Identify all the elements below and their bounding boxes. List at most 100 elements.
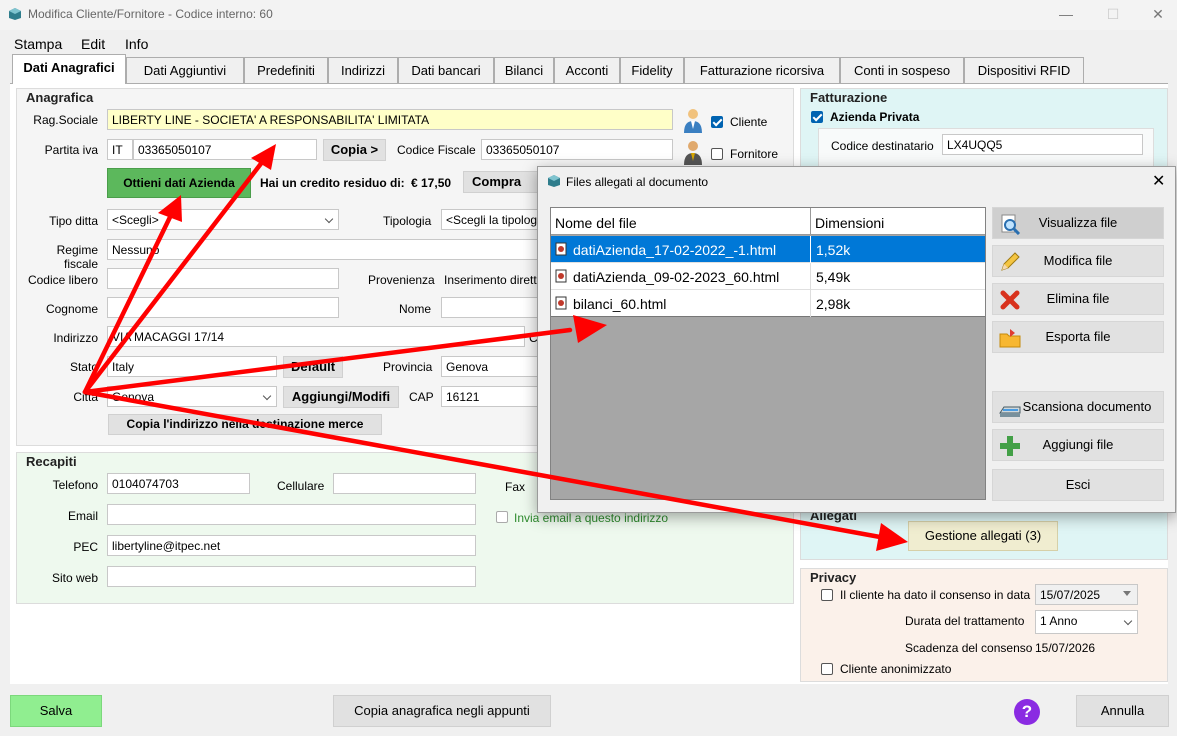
indirizzo-input[interactable]: VIA MACAGGI 17/14 <box>107 326 525 347</box>
visualizza-file-button[interactable]: Visualizza file <box>992 207 1164 239</box>
cellulare-input[interactable] <box>333 473 476 494</box>
codice-fiscale-label: Codice Fiscale <box>397 143 476 157</box>
consenso-checkbox[interactable] <box>821 589 833 601</box>
cap-input[interactable]: 16121 <box>441 386 541 407</box>
ottieni-dati-azienda-button[interactable]: Ottieni dati Azienda <box>107 168 251 198</box>
annulla-button[interactable]: Annulla <box>1076 695 1169 727</box>
credito-label: Hai un credito residuo di: <box>260 176 405 190</box>
provincia-input[interactable]: Genova <box>441 356 541 377</box>
cliente-checkbox[interactable] <box>711 116 723 128</box>
anonimizzato-checkbox[interactable] <box>821 663 833 675</box>
compra-crediti-button[interactable]: Compra cre <box>463 171 543 193</box>
fornitore-checkbox[interactable] <box>711 148 723 160</box>
menu-edit[interactable]: Edit <box>81 36 105 52</box>
citta-value: Genova <box>112 390 155 404</box>
elimina-file-button[interactable]: Elimina file <box>992 283 1164 315</box>
tab-bilanci[interactable]: Bilanci <box>494 57 554 83</box>
partita-iva-input[interactable]: 03365050107 <box>133 139 317 160</box>
partita-iva-label: Partita iva <box>44 143 98 157</box>
tab-indirizzi[interactable]: Indirizzi <box>328 57 398 83</box>
file-row[interactable]: datiAzienda_17-02-2022_-1.html 1,52k <box>551 236 985 263</box>
tab-fidelity[interactable]: Fidelity <box>620 57 684 83</box>
invia-email-label: Invia email a questo indirizzo <box>514 511 669 525</box>
help-icon[interactable]: ? <box>1014 699 1040 725</box>
indirizzo-label: Indirizzo <box>53 331 98 345</box>
consenso-date-picker[interactable]: 15/07/2025 <box>1035 584 1138 605</box>
cognome-label: Cognome <box>45 302 98 316</box>
cognome-input[interactable] <box>107 297 339 318</box>
files-allegati-dialog: Files allegati al documento ✕ Nome del f… <box>537 166 1176 513</box>
stato-input[interactable]: Italy <box>107 356 277 377</box>
citta-label: Città <box>73 390 98 404</box>
rag-sociale-input[interactable]: LIBERTY LINE - SOCIETA' A RESPONSABILITA… <box>107 109 673 130</box>
maximize-icon[interactable]: ☐ <box>1103 4 1123 24</box>
regime-fiscale-label: Regime fiscale <box>56 243 98 271</box>
email-input[interactable] <box>107 504 476 525</box>
app-icon <box>548 175 560 187</box>
tab-predefiniti[interactable]: Predefiniti <box>244 57 328 83</box>
provenienza-value: Inserimento dirett <box>444 273 537 287</box>
dialog-close-icon[interactable]: ✕ <box>1152 171 1165 191</box>
esci-button[interactable]: Esci <box>992 469 1164 501</box>
menu-stampa[interactable]: Stampa <box>14 36 62 52</box>
telefono-input[interactable]: 0104074703 <box>107 473 250 494</box>
nome-input[interactable] <box>441 297 541 318</box>
tab-dati-anagrafici[interactable]: Dati Anagrafici <box>12 54 126 84</box>
file-size: 1,52k <box>816 242 851 258</box>
cliente-label: Cliente <box>730 115 768 129</box>
tab-dati-aggiuntivi[interactable]: Dati Aggiuntivi <box>126 57 244 83</box>
copia-anagrafica-button[interactable]: Copia anagrafica negli appunti <box>333 695 551 727</box>
file-name: bilanci_60.html <box>573 296 667 312</box>
window-title: Modifica Cliente/Fornitore - Codice inte… <box>28 7 273 21</box>
tab-dispositivi-rfid[interactable]: Dispositivi RFID <box>964 57 1084 83</box>
tab-conti-in-sospeso[interactable]: Conti in sospeso <box>840 57 964 83</box>
col-header-name[interactable]: Nome del file <box>551 208 811 235</box>
tipo-ditta-select[interactable]: <Scegli> <box>107 209 339 230</box>
codice-destinatario-input[interactable]: LX4UQQ5 <box>942 134 1143 155</box>
file-row[interactable]: datiAzienda_09-02-2023_60.html 5,49k <box>551 263 985 290</box>
regime-fiscale-select[interactable]: Nessuno <box>107 239 541 260</box>
modifica-file-label: Modifica file <box>1043 253 1113 268</box>
aggiungi-file-button[interactable]: Aggiungi file <box>992 429 1164 461</box>
copia-indirizzo-button[interactable]: Copia l'indirizzo nella destinazione mer… <box>108 414 382 435</box>
modifica-file-button[interactable]: Modifica file <box>992 245 1164 277</box>
cliente-person-icon <box>684 109 702 133</box>
azienda-privata-label: Azienda Privata <box>830 110 920 124</box>
chevron-down-icon <box>1123 616 1133 626</box>
minimize-icon[interactable]: — <box>1056 4 1076 24</box>
plus-icon <box>1000 436 1020 456</box>
durata-select[interactable]: 1 Anno <box>1035 610 1138 634</box>
credito-value: € 17,50 <box>411 176 452 190</box>
tab-fatturazione-ricorsiva[interactable]: Fatturazione ricorsiva <box>684 57 840 83</box>
app-icon <box>9 8 21 20</box>
scansiona-documento-button[interactable]: Scansiona documento <box>992 391 1164 423</box>
dropdown-arrow-icon <box>1123 591 1131 596</box>
salva-button[interactable]: Salva <box>10 695 102 727</box>
piva-country-input[interactable]: IT <box>107 139 133 160</box>
copia-button[interactable]: Copia > <box>323 139 386 161</box>
scadenza-value: 15/07/2026 <box>1035 641 1096 655</box>
tab-acconti[interactable]: Acconti <box>554 57 620 83</box>
fornitore-label: Fornitore <box>730 147 779 161</box>
close-window-icon[interactable]: ✕ <box>1148 4 1168 24</box>
citta-select[interactable]: Genova <box>107 386 277 407</box>
chevron-down-icon <box>262 391 272 401</box>
codice-fiscale-input[interactable]: 03365050107 <box>481 139 673 160</box>
aggiungi-modifica-button[interactable]: Aggiungi/Modifi <box>283 386 399 408</box>
anagrafica-title: Anagrafica <box>26 90 94 105</box>
pec-input[interactable]: libertyline@itpec.net <box>107 535 476 556</box>
esporta-file-button[interactable]: Esporta file <box>992 321 1164 353</box>
invia-email-checkbox[interactable] <box>496 511 508 523</box>
menu-info[interactable]: Info <box>125 36 148 52</box>
azienda-privata-checkbox[interactable] <box>811 111 823 123</box>
html-file-icon <box>555 242 567 256</box>
file-row[interactable]: bilanci_60.html 2,98k <box>551 290 985 317</box>
gestione-allegati-button[interactable]: Gestione allegati (3) <box>908 521 1058 551</box>
codice-libero-input[interactable] <box>107 268 339 289</box>
tab-dati-bancari[interactable]: Dati bancari <box>398 57 494 83</box>
default-button[interactable]: Default <box>283 356 343 378</box>
file-name: datiAzienda_17-02-2022_-1.html <box>573 242 777 258</box>
tipologia-select[interactable]: <Scegli la tipolog <box>441 209 541 230</box>
sito-web-input[interactable] <box>107 566 476 587</box>
col-header-size[interactable]: Dimensioni <box>811 208 985 235</box>
